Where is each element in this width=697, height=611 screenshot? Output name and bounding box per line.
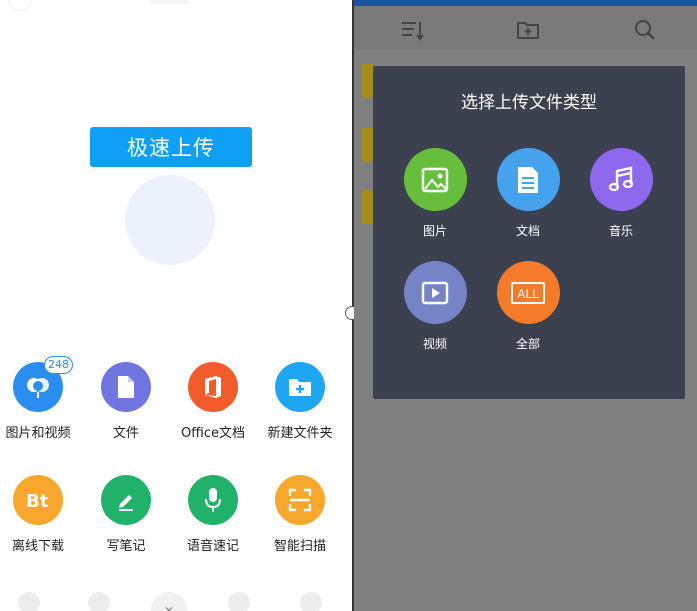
all-icon: ALL [496,261,560,324]
type-image[interactable]: 图片 [395,148,475,239]
action-label: 新建文件夹 [267,426,333,441]
background-avatar-icon [8,0,32,12]
new-folder-icon [275,362,325,412]
action-label: 离线下载 [11,539,64,554]
action-photos-videos[interactable]: 248 图片和视频 [0,356,82,441]
action-label: Office文档 [181,426,245,441]
action-offline-download[interactable]: Bt 离线下载 [0,475,82,554]
background-title [150,0,190,4]
action-file[interactable]: 文件 [82,362,170,441]
search-icon[interactable] [633,18,657,42]
photo-balloon-icon: 248 [13,356,73,412]
type-label: 视频 [422,337,447,351]
scan-icon [275,475,325,525]
file-type-panel: 选择上传文件类型 图片 文档 音乐 视频 ALL 全部 [354,0,697,611]
action-label: 写笔记 [106,539,146,554]
bt-icon: Bt [13,475,63,525]
pen-icon [101,475,151,525]
close-menu-button[interactable]: ⌄ [151,592,187,611]
fast-upload-banner[interactable]: 极速上传 [90,127,252,167]
office-icon [188,362,238,412]
background-tab-icon [228,592,250,611]
add-folder-icon[interactable] [516,18,540,42]
action-new-folder[interactable]: 新建文件夹 [256,362,344,441]
action-office-docs[interactable]: Office文档 [169,362,257,441]
microphone-icon [188,475,238,525]
action-label: 智能扫描 [273,539,326,554]
type-music[interactable]: 音乐 [581,148,661,239]
action-write-note[interactable]: 写笔记 [82,475,170,554]
toolbar [354,6,697,50]
upload-menu-panel: 极速上传 248 图片和视频 文件 Office文档 新建文件夹 Bt 离线下载… [0,0,352,611]
type-label: 全部 [515,337,540,351]
action-voice-note[interactable]: 语音速记 [169,475,257,554]
type-label: 图片 [422,224,447,238]
dialog-title: 选择上传文件类型 [461,93,597,113]
type-label: 音乐 [608,224,633,238]
fast-upload-label: 极速上传 [127,136,215,160]
photos-count-badge: 248 [44,356,73,374]
action-label: 语音速记 [186,539,239,554]
document-icon [496,148,560,211]
image-icon [403,148,467,211]
file-icon [101,362,151,412]
type-document[interactable]: 文档 [488,148,568,239]
type-all[interactable]: ALL 全部 [488,261,568,352]
type-video[interactable]: 视频 [395,261,475,352]
background-tab-icon [300,592,322,611]
video-icon [403,261,467,324]
background-tab-icon [18,592,40,611]
upload-type-dialog: 选择上传文件类型 图片 文档 音乐 视频 ALL 全部 [373,66,685,399]
sort-icon[interactable] [400,18,424,42]
all-icon-text: ALL [517,287,539,301]
type-label: 文档 [515,224,540,238]
music-icon [589,148,653,211]
background-cloud-icon [125,175,215,265]
action-label: 文件 [112,426,139,441]
action-label: 图片和视频 [5,426,71,441]
svg-text:Bt: Bt [26,491,49,512]
action-smart-scan[interactable]: 智能扫描 [256,475,344,554]
chevron-down-icon: ⌄ [162,596,176,611]
background-tab-icon [88,592,110,611]
